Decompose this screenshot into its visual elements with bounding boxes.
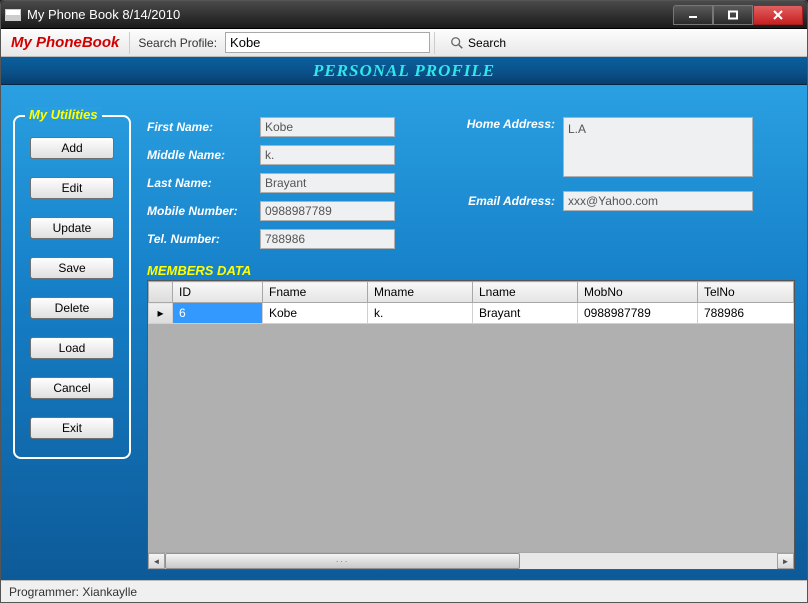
mobile-label: Mobile Number: — [147, 204, 252, 218]
page-title: PERSONAL PROFILE — [1, 57, 807, 85]
edit-button[interactable]: Edit — [30, 177, 114, 199]
home-address-label: Home Address: — [445, 117, 555, 131]
scroll-thumb[interactable]: ∙∙∙ — [165, 553, 520, 569]
brand-label: My PhoneBook — [5, 34, 125, 51]
middle-name-label: Middle Name: — [147, 148, 252, 162]
main-panel: First Name: Middle Name: Last Name: Mobi… — [147, 115, 795, 570]
email-label: Email Address: — [445, 194, 555, 208]
form-right-column: Home Address: Email Address: — [445, 117, 753, 249]
toolbar: My PhoneBook Search Profile: Search — [1, 29, 807, 57]
cell-telno[interactable]: 788986 — [698, 303, 794, 324]
first-name-field[interactable] — [260, 117, 395, 137]
col-fname[interactable]: Fname — [263, 282, 368, 303]
horizontal-scrollbar[interactable]: ◄ ∙∙∙ ► — [148, 552, 794, 569]
home-address-field[interactable] — [563, 117, 753, 177]
members-table: ID Fname Mname Lname MobNo TelNo ▸ — [148, 281, 794, 324]
search-button-label: Search — [468, 36, 506, 50]
cell-lname[interactable]: Brayant — [473, 303, 578, 324]
search-label: Search Profile: — [134, 36, 221, 50]
last-name-label: Last Name: — [147, 176, 252, 190]
content-area: My Utilities Add Edit Update Save Delete… — [1, 85, 807, 580]
first-name-label: First Name: — [147, 120, 252, 134]
cell-id[interactable]: 6 — [173, 303, 263, 324]
status-text: Programmer: Xiankaylle — [9, 585, 137, 599]
cell-mobno[interactable]: 0988987789 — [578, 303, 698, 324]
scroll-track[interactable]: ∙∙∙ — [165, 553, 777, 569]
utilities-legend: My Utilities — [25, 107, 102, 122]
titlebar[interactable]: My Phone Book 8/14/2010 — [1, 1, 807, 29]
col-telno[interactable]: TelNo — [698, 282, 794, 303]
delete-button[interactable]: Delete — [30, 297, 114, 319]
data-grid[interactable]: ID Fname Mname Lname MobNo TelNo ▸ — [147, 280, 795, 570]
last-name-field[interactable] — [260, 173, 395, 193]
col-mobno[interactable]: MobNo — [578, 282, 698, 303]
search-icon — [450, 36, 464, 50]
add-button[interactable]: Add — [30, 137, 114, 159]
form-left-column: First Name: Middle Name: Last Name: Mobi… — [147, 117, 395, 249]
search-button[interactable]: Search — [439, 32, 517, 54]
cell-fname[interactable]: Kobe — [263, 303, 368, 324]
utilities-panel: My Utilities Add Edit Update Save Delete… — [13, 115, 131, 459]
exit-button[interactable]: Exit — [30, 417, 114, 439]
load-button[interactable]: Load — [30, 337, 114, 359]
separator — [434, 32, 435, 54]
scroll-right-icon[interactable]: ► — [777, 553, 794, 569]
table-row[interactable]: ▸ 6 Kobe k. Brayant 0988987789 788986 — [149, 303, 794, 324]
col-id[interactable]: ID — [173, 282, 263, 303]
save-button[interactable]: Save — [30, 257, 114, 279]
middle-name-field[interactable] — [260, 145, 395, 165]
app-window: My Phone Book 8/14/2010 My PhoneBook Sea… — [0, 0, 808, 603]
tel-field[interactable] — [260, 229, 395, 249]
tel-label: Tel. Number: — [147, 232, 252, 246]
window-title: My Phone Book 8/14/2010 — [27, 7, 673, 22]
status-bar: Programmer: Xiankaylle — [1, 580, 807, 602]
search-input[interactable] — [225, 32, 430, 53]
col-mname[interactable]: Mname — [368, 282, 473, 303]
row-selector-icon[interactable]: ▸ — [149, 303, 173, 324]
email-field[interactable] — [563, 191, 753, 211]
scroll-left-icon[interactable]: ◄ — [148, 553, 165, 569]
update-button[interactable]: Update — [30, 217, 114, 239]
close-button[interactable] — [753, 5, 803, 25]
separator — [129, 32, 130, 54]
app-icon — [5, 9, 21, 21]
minimize-button[interactable] — [673, 5, 713, 25]
window-controls — [673, 5, 803, 25]
row-header-blank[interactable] — [149, 282, 173, 303]
members-data-heading: MEMBERS DATA — [147, 263, 795, 278]
mobile-field[interactable] — [260, 201, 395, 221]
cell-mname[interactable]: k. — [368, 303, 473, 324]
profile-form: First Name: Middle Name: Last Name: Mobi… — [147, 117, 795, 249]
col-lname[interactable]: Lname — [473, 282, 578, 303]
cancel-button[interactable]: Cancel — [30, 377, 114, 399]
maximize-button[interactable] — [713, 5, 753, 25]
